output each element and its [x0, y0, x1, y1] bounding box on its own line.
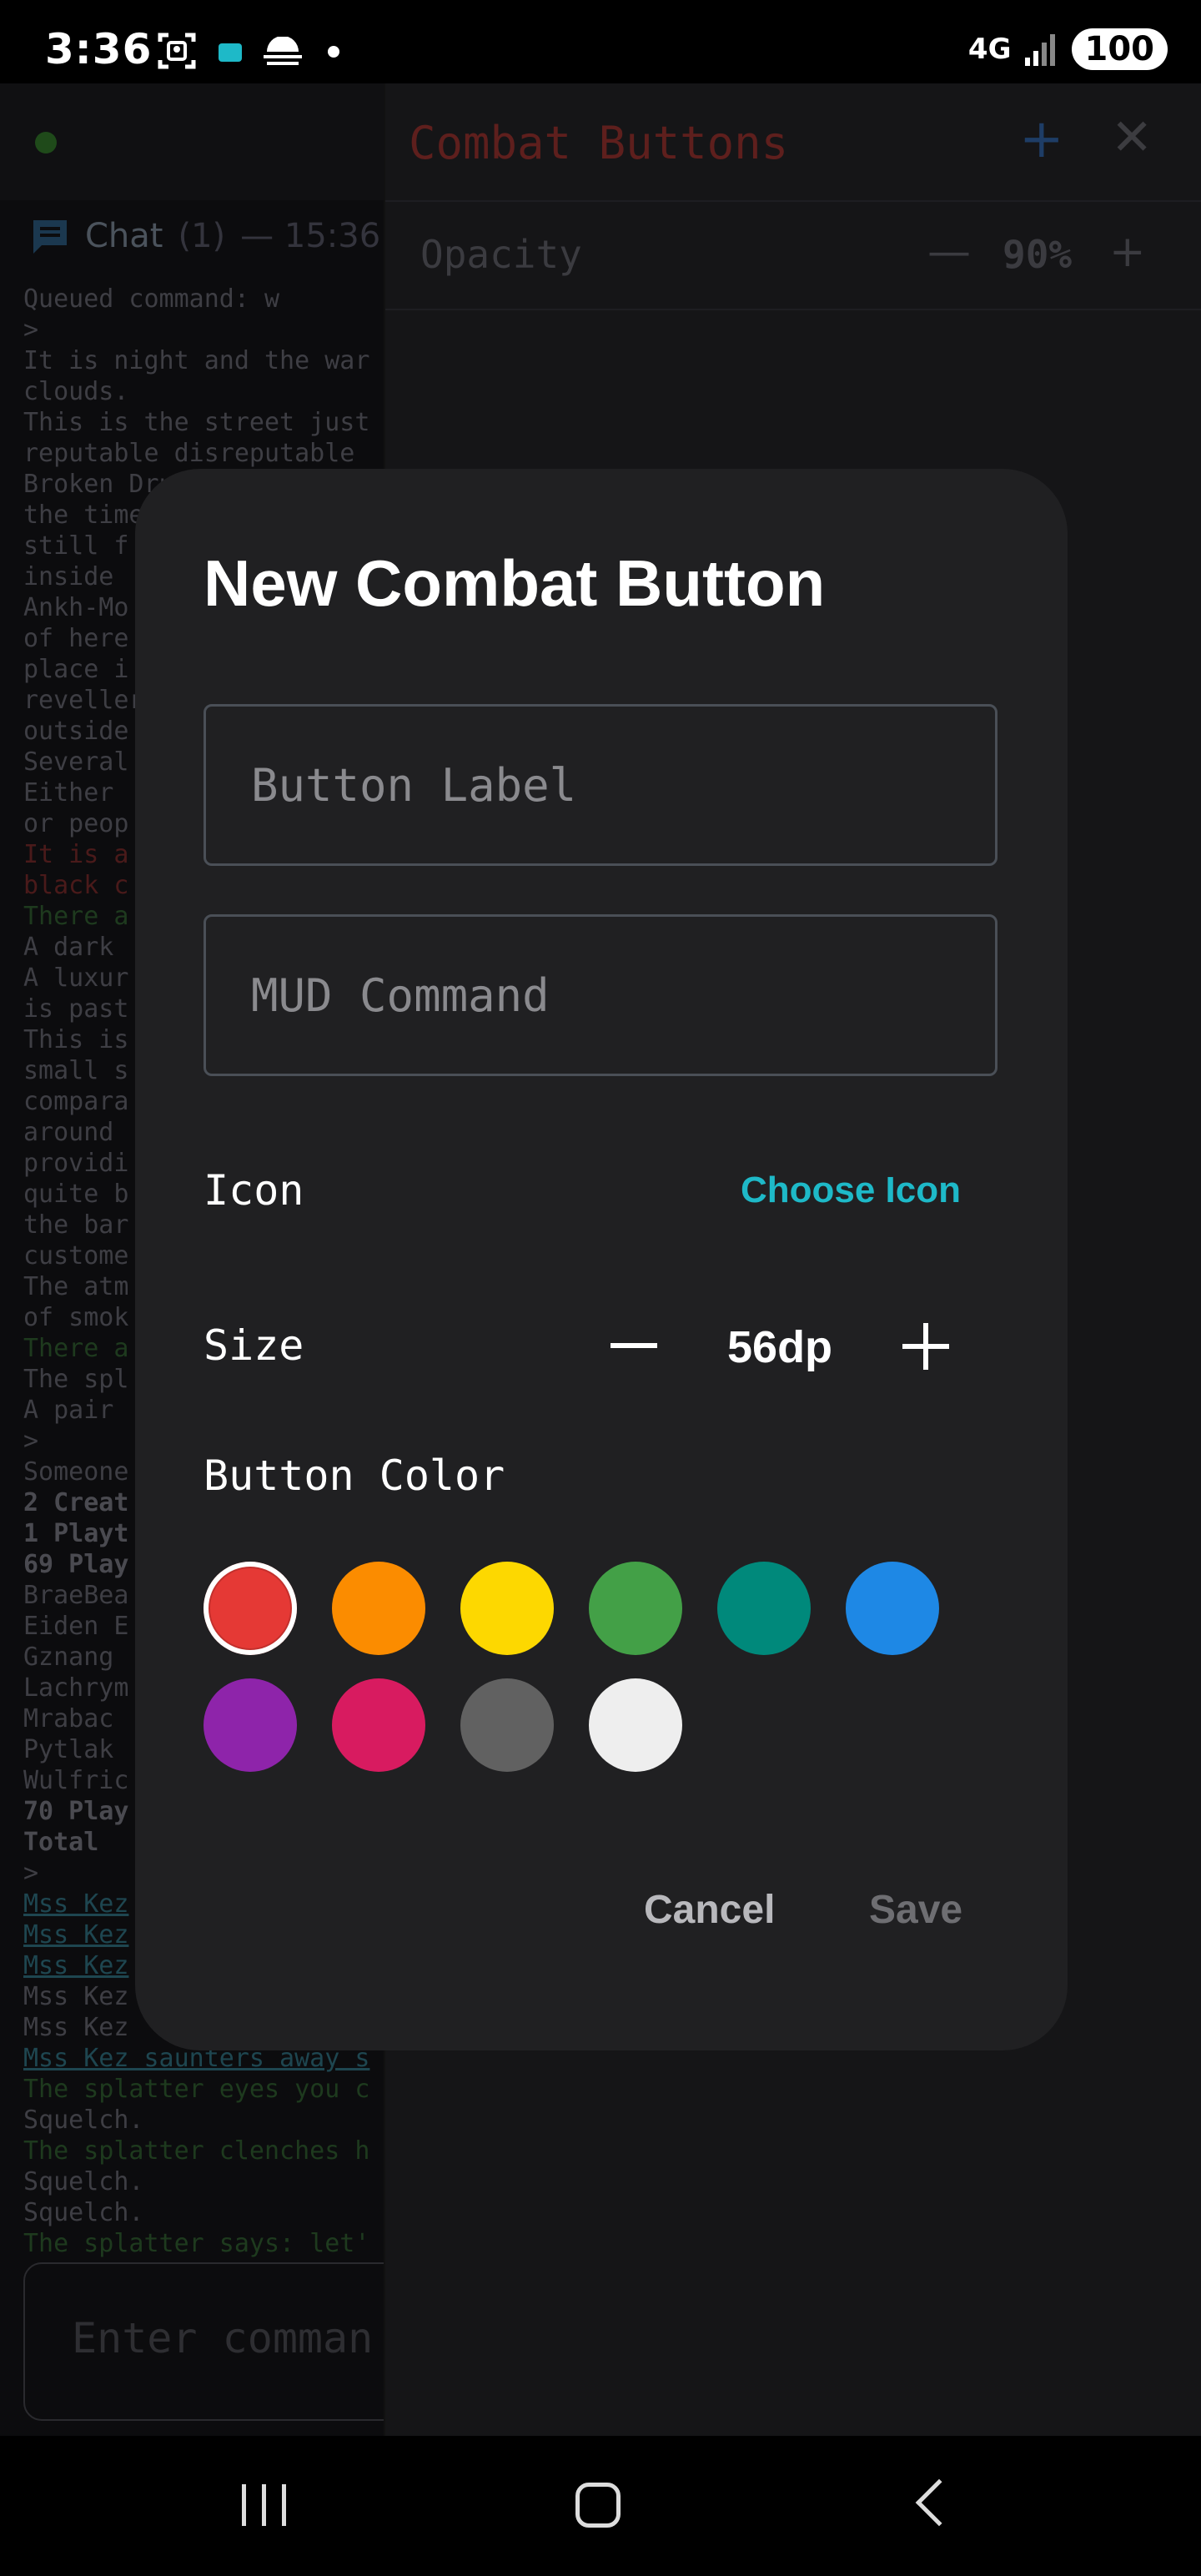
terminal-line: Squelch.	[23, 2167, 144, 2196]
button-label-field[interactable]	[204, 704, 997, 866]
opacity-increase-button[interactable]: +	[1109, 227, 1146, 277]
status-bar: 3:36 4G 100	[0, 0, 1201, 83]
dialog-title: New Combat Button	[204, 546, 826, 620]
terminal-line: Queued command: w	[23, 284, 280, 314]
color-swatch-yellow[interactable]	[460, 1562, 554, 1655]
button-color-label: Button Color	[204, 1452, 505, 1500]
terminal-line: It is night and the war	[23, 346, 370, 375]
recents-icon[interactable]	[242, 2484, 289, 2526]
add-combat-button-icon[interactable]: +	[1019, 108, 1064, 170]
home-icon[interactable]	[575, 2483, 621, 2528]
cancel-button[interactable]: Cancel	[644, 1887, 775, 1933]
terminal-line: The splatter clenches h	[23, 2136, 370, 2166]
notification-dot-icon	[328, 46, 339, 58]
size-decrease-button[interactable]	[611, 1343, 657, 1348]
network-type: 4G	[967, 33, 1012, 66]
choose-icon-button[interactable]: Choose Icon	[741, 1170, 961, 1211]
weather-icon	[264, 37, 302, 65]
opacity-row: Opacity — 90% +	[385, 202, 1201, 310]
screenshot-icon	[158, 33, 196, 69]
color-swatch-pink[interactable]	[332, 1678, 425, 1772]
terminal-line: clouds.	[23, 377, 129, 406]
navigation-bar	[0, 2436, 1201, 2576]
size-increase-button[interactable]	[902, 1323, 949, 1370]
opacity-value: 90%	[1003, 232, 1073, 277]
mud-command-input[interactable]	[206, 917, 995, 1074]
size-value: 56dp	[727, 1322, 833, 1372]
color-swatch-gray[interactable]	[460, 1678, 554, 1772]
terminal-line: The splatter says: let'	[23, 2229, 370, 2258]
signal-icon	[1024, 34, 1055, 66]
connection-status-icon	[35, 132, 57, 153]
combat-buttons-header: Combat Buttons + ✕	[385, 83, 1201, 202]
terminal-line: The splatter eyes you c	[23, 2075, 370, 2104]
back-icon[interactable]	[915, 2478, 963, 2527]
mud-command-field[interactable]	[204, 914, 997, 1076]
chat-count: (1)	[178, 217, 226, 255]
color-swatch-white[interactable]	[589, 1678, 682, 1772]
terminal-line: reputable disreputable	[23, 439, 355, 468]
close-panel-icon[interactable]: ✕	[1111, 108, 1153, 167]
chat-time: — 15:36	[240, 217, 381, 255]
color-swatch-purple[interactable]	[204, 1678, 297, 1772]
opacity-label: Opacity	[420, 232, 582, 277]
button-label-input[interactable]	[206, 707, 995, 863]
icon-label: Icon	[204, 1166, 304, 1215]
terminal-line: >	[23, 315, 39, 345]
combat-buttons-title: Combat Buttons	[409, 117, 789, 169]
app-notification-icon	[219, 43, 242, 62]
color-swatch-orange[interactable]	[332, 1562, 425, 1655]
chat-title: Chat	[85, 217, 163, 255]
color-swatch-red[interactable]	[204, 1562, 297, 1655]
battery-level: 100	[1071, 28, 1168, 70]
save-button[interactable]: Save	[869, 1887, 962, 1933]
terminal-line: This is the street just	[23, 408, 370, 437]
color-swatch-teal[interactable]	[717, 1562, 811, 1655]
new-combat-button-dialog: New Combat Button Icon Choose Icon Size …	[135, 469, 1068, 2050]
status-time: 3:36	[45, 25, 153, 73]
opacity-decrease-button[interactable]: —	[927, 227, 971, 277]
chat-icon	[33, 220, 67, 254]
color-swatch-blue[interactable]	[846, 1562, 939, 1655]
connection-bar	[0, 83, 384, 200]
size-label: Size	[204, 1321, 304, 1370]
terminal-line: Squelch.	[23, 2106, 144, 2135]
color-swatch-green[interactable]	[589, 1562, 682, 1655]
command-input-placeholder: Enter comman	[72, 2314, 374, 2362]
terminal-line: Squelch.	[23, 2198, 144, 2227]
chat-tab[interactable]: Chat (1) — 15:36	[30, 217, 380, 255]
